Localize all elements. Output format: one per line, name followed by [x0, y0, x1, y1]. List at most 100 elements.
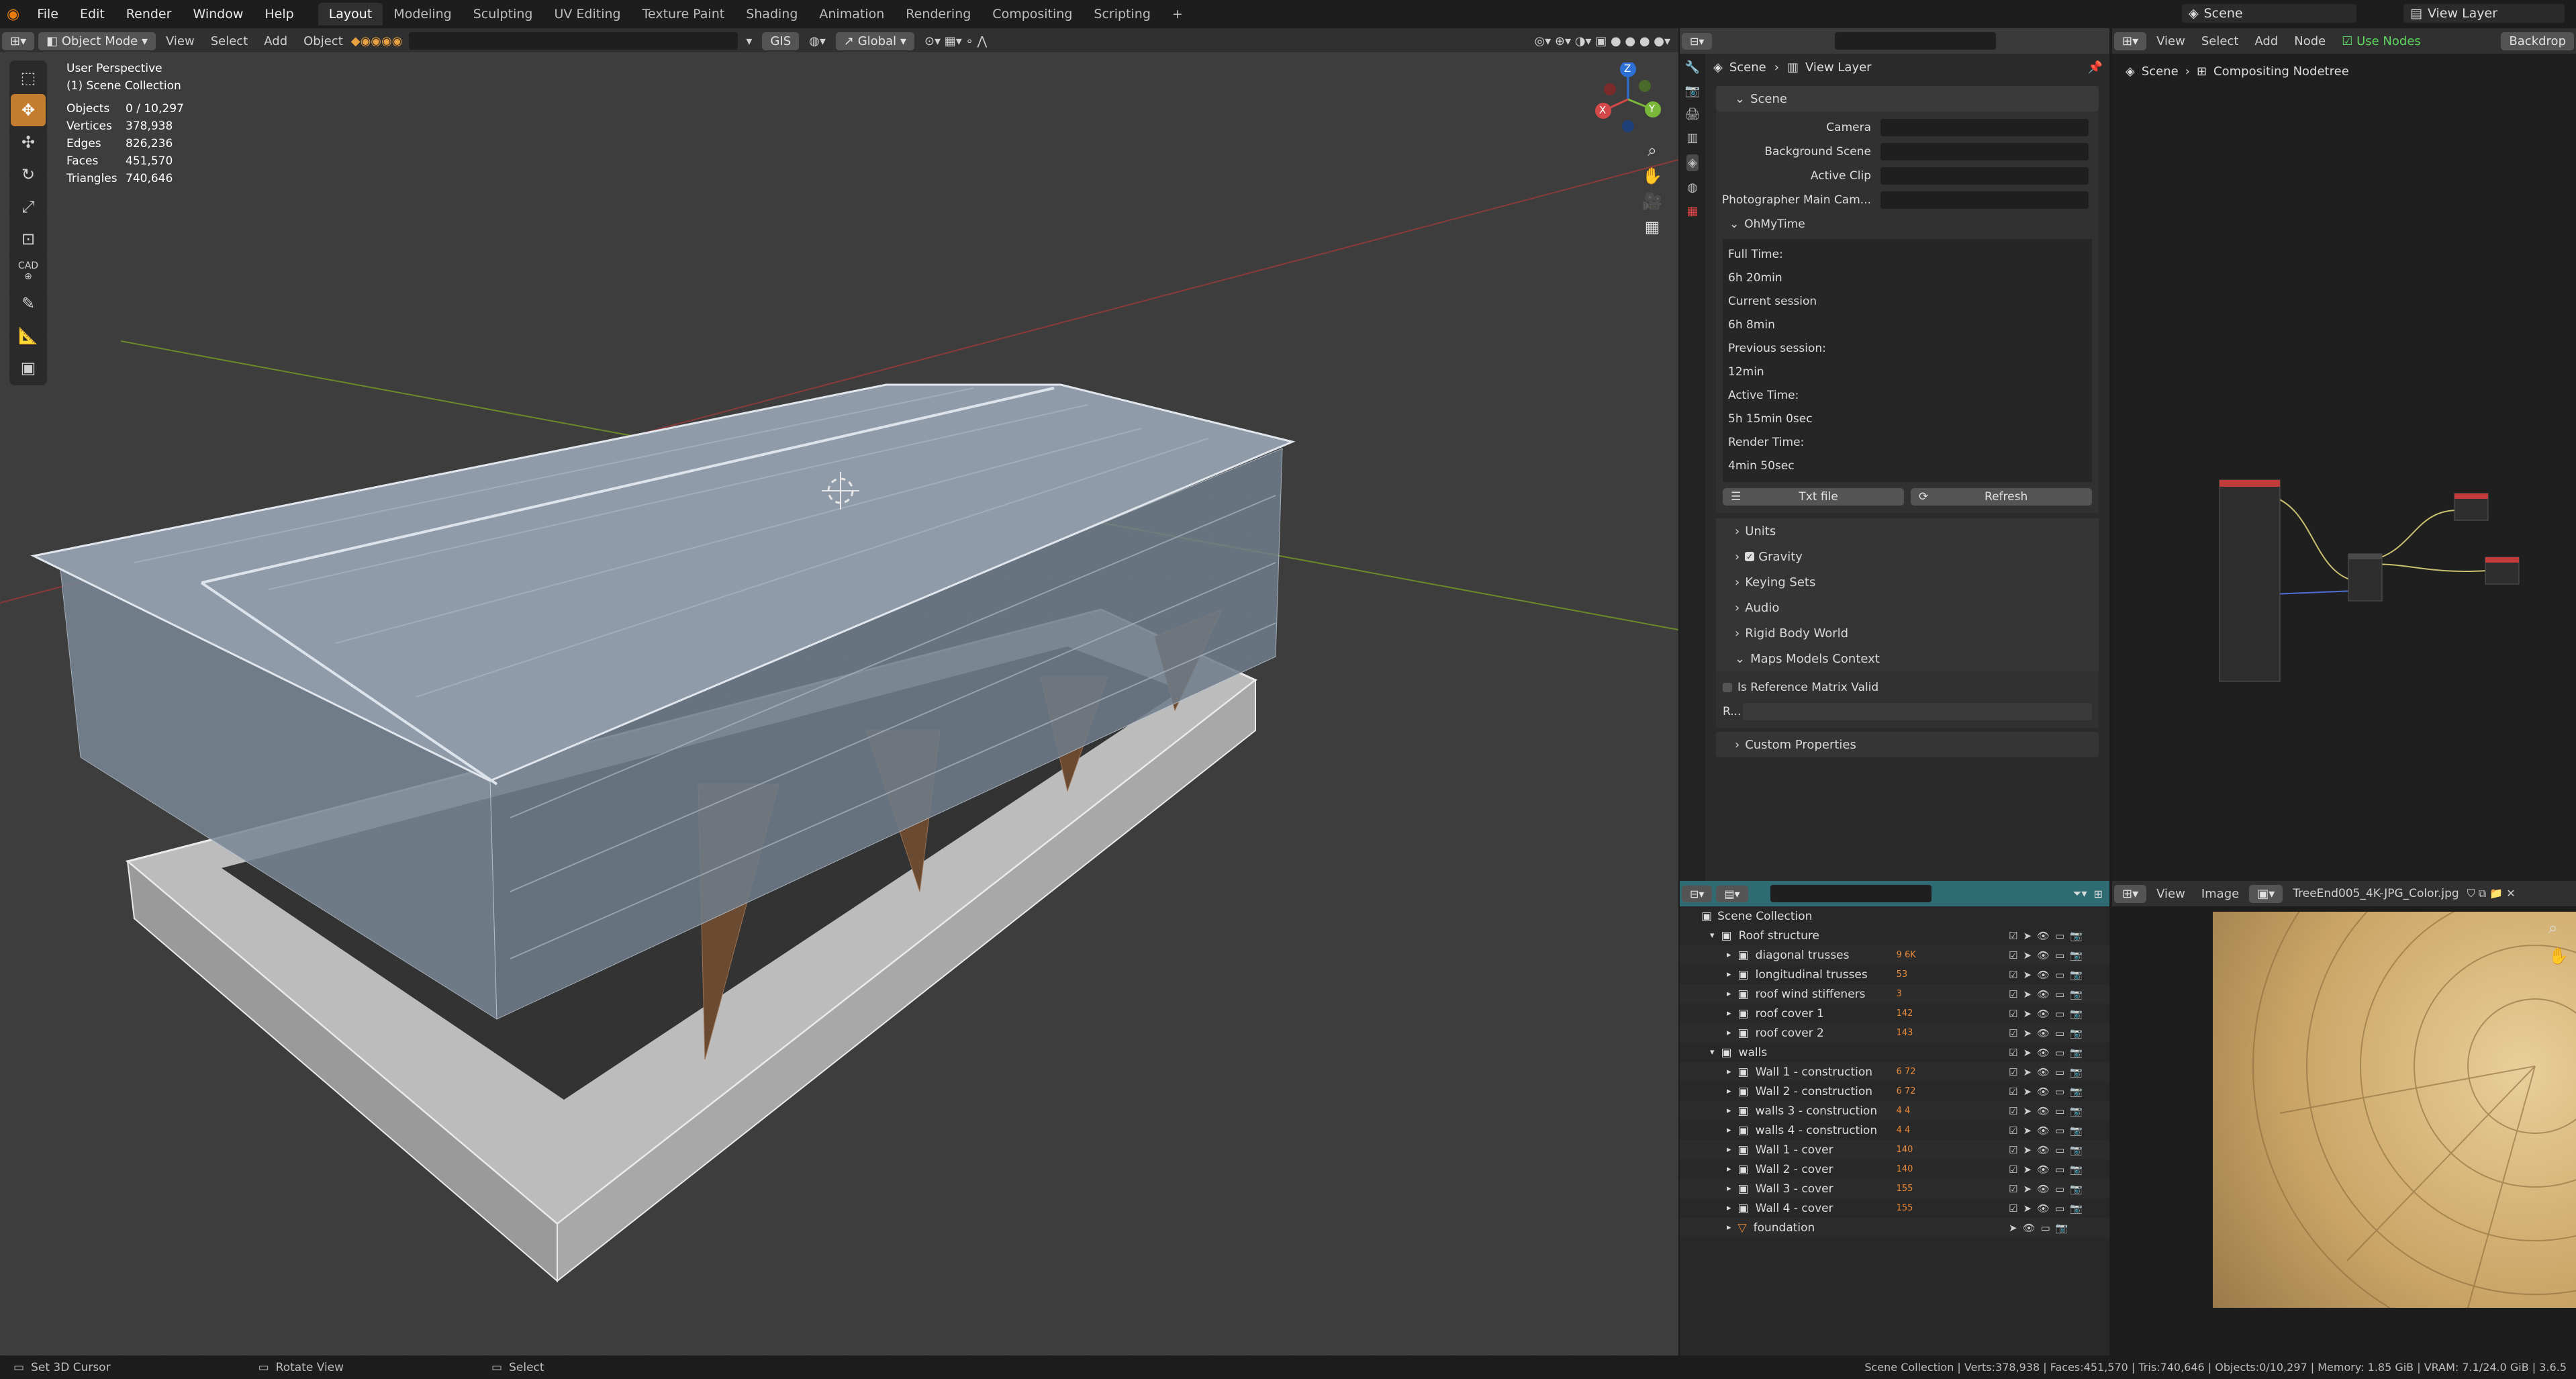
pin-icon[interactable]: 📌 [2088, 60, 2103, 75]
filter-funnel-icon[interactable]: ⏷▾ [2073, 887, 2087, 900]
scene-tab-icon[interactable]: ◈ [1686, 154, 1699, 171]
chevron-right-icon[interactable]: ▸ [1727, 1067, 1731, 1077]
units-section[interactable]: › Units [1716, 518, 2099, 544]
visibility-controls[interactable]: ☑➤👁▭📷 [2009, 930, 2088, 942]
chevron-right-icon[interactable]: ▸ [1727, 969, 1731, 980]
tab-scripting[interactable]: Scripting [1083, 3, 1161, 26]
tab-shading[interactable]: Shading [735, 3, 808, 26]
image-editor-type-button[interactable]: ⊞▾ [2114, 884, 2147, 903]
zoom-icon[interactable]: ⌕ [1648, 141, 1656, 160]
menu-edit[interactable]: Edit [69, 7, 115, 21]
node-editor-type-button[interactable]: ⊞▾ [2114, 32, 2147, 50]
visibility-controls[interactable]: ☑➤👁▭📷 [2009, 969, 2088, 981]
image-editor-canvas[interactable]: ⌕ ✋ [2112, 906, 2576, 1356]
outliner-item[interactable]: ▾ ▣ walls ☑➤👁▭📷 [1680, 1043, 2109, 1062]
outliner-item[interactable]: ▸ ▣ roof cover 2 143 ☑➤👁▭📷 [1680, 1023, 2109, 1043]
visibility-controls[interactable]: ☑➤👁▭📷 [2009, 1027, 2088, 1039]
outliner-item[interactable]: ▸ ▣ diagonal trusses 9 6K ☑➤👁▭📷 [1680, 945, 2109, 965]
active-clip-field[interactable] [1880, 167, 2089, 185]
outliner-item[interactable]: ▸ ▣ Wall 3 - cover 155 ☑➤👁▭📷 [1680, 1179, 2109, 1198]
world-tab-icon[interactable]: ◍ [1687, 181, 1698, 195]
props-search-input[interactable] [1835, 32, 1997, 50]
render-tab-icon[interactable]: 📷 [1685, 84, 1700, 98]
menu-render[interactable]: Render [115, 7, 183, 21]
view-layer-tab-icon[interactable]: ▥ [1686, 131, 1698, 145]
visibility-controls[interactable]: ☑➤👁▭📷 [2009, 1144, 2088, 1156]
visibility-controls[interactable]: ☑➤👁▭📷 [2009, 1066, 2088, 1078]
rotate-tool-icon[interactable]: ↻ [11, 158, 46, 191]
editor-type-button[interactable]: ⊞▾ [2, 32, 35, 50]
node-menu-node[interactable]: Node [2286, 32, 2334, 50]
menu-help[interactable]: Help [254, 7, 304, 21]
addon-icons[interactable]: ◆◉◉◉◉ [351, 34, 403, 48]
outliner-item[interactable]: ▸ ▣ roof wind stiffeners 3 ☑➤👁▭📷 [1680, 984, 2109, 1004]
tab-compositing[interactable]: Compositing [982, 3, 1083, 26]
chevron-down-icon[interactable]: ▾ [1710, 931, 1715, 941]
photographer-field[interactable] [1880, 191, 2089, 209]
gravity-section[interactable]: › ✓ Gravity [1716, 544, 2099, 569]
output-tab-icon[interactable]: 🖨 [1685, 107, 1701, 122]
transform-tool-icon[interactable]: ⊡ [11, 223, 46, 255]
outliner-item[interactable]: ▸ ▣ Wall 2 - cover 140 ☑➤👁▭📷 [1680, 1159, 2109, 1179]
visibility-controls[interactable]: ☑➤👁▭📷 [2009, 1105, 2088, 1117]
move-tool-icon[interactable]: ✣ [11, 126, 46, 158]
chevron-right-icon[interactable]: ▸ [1727, 950, 1731, 960]
visibility-controls[interactable]: ☑➤👁▭📷 [2009, 1086, 2088, 1098]
display-mode-button[interactable]: ▤▾ [1716, 885, 1748, 902]
viewport-menu-view[interactable]: View [158, 32, 203, 50]
scene-section-header[interactable]: ⌄ Scene [1716, 86, 2099, 111]
menu-window[interactable]: Window [182, 7, 254, 21]
outliner-root[interactable]: ▣ Scene Collection [1680, 906, 2109, 926]
select-box-tool-icon[interactable]: ⬚ [11, 62, 46, 94]
add-workspace-icon[interactable]: + [1161, 3, 1194, 26]
camera-field[interactable] [1880, 119, 2089, 136]
node-menu-add[interactable]: Add [2246, 32, 2286, 50]
outliner-search-input[interactable] [1770, 885, 1931, 902]
visibility-controls[interactable]: ☑➤👁▭📷 [2009, 949, 2088, 961]
visibility-controls[interactable]: ☑➤👁▭📷 [2009, 1183, 2088, 1195]
gravity-checkbox[interactable]: ✓ [1745, 552, 1755, 561]
outliner-editor-type-button[interactable]: ⊟▾ [1682, 885, 1713, 902]
chevron-right-icon[interactable]: ▸ [1727, 1145, 1731, 1155]
image-action-icons[interactable]: ⛉ ⧉ 📁 ✕ [2467, 887, 2516, 900]
viewport-menu-add[interactable]: Add [256, 32, 295, 50]
gis-button[interactable]: GIS [762, 32, 800, 50]
outliner-item[interactable]: ▾ ▣ Roof structure ☑➤👁▭📷 [1680, 926, 2109, 945]
chevron-right-icon[interactable]: ▸ [1727, 1184, 1731, 1194]
3d-viewport[interactable]: User Perspective (1) Scene Collection Ob… [0, 52, 1678, 1356]
outliner-item[interactable]: ▸ ▣ Wall 2 - construction 6 72 ☑➤👁▭📷 [1680, 1082, 2109, 1101]
visibility-controls[interactable]: ➤👁▭📷 [2009, 1222, 2073, 1234]
snap-icon[interactable]: ⊙▾ ▦▾ ∘ ⋀ [916, 32, 995, 50]
custom-properties-section[interactable]: › Custom Properties [1716, 732, 2099, 757]
scale-tool-icon[interactable]: ⤢ [11, 191, 46, 223]
outliner-item[interactable]: ▸ ▣ Wall 4 - cover 155 ☑➤👁▭📷 [1680, 1198, 2109, 1218]
orientation-selector[interactable]: ↗ Global ▾ [835, 32, 914, 50]
chevron-right-icon[interactable]: ▸ [1727, 1125, 1731, 1135]
gis-icon[interactable]: ◍▾ [801, 32, 834, 50]
tab-texture-paint[interactable]: Texture Paint [632, 3, 736, 26]
visibility-controls[interactable]: ☑➤👁▭📷 [2009, 1125, 2088, 1137]
add-cube-tool-icon[interactable]: ▣ [11, 352, 46, 384]
view-layer-selector[interactable]: ▤ View Layer [2403, 4, 2565, 23]
visibility-controls[interactable]: ☑➤👁▭📷 [2009, 1163, 2088, 1176]
tab-uv-editing[interactable]: UV Editing [543, 3, 631, 26]
node-menu-view[interactable]: View [2148, 32, 2193, 50]
rigid-body-world-section[interactable]: › Rigid Body World [1716, 620, 2099, 646]
shading-icons[interactable]: ◎▾ ⊕▾ ◑▾ ▣ ● ● ● ●▾ [1526, 32, 1678, 50]
node-menu-select[interactable]: Select [2193, 32, 2247, 50]
navigation-gizmo[interactable]: Z Y X [1591, 61, 1665, 136]
mode-selector[interactable]: ◧ Object Mode ▾ [38, 32, 156, 50]
image-menu-image[interactable]: Image [2193, 885, 2247, 903]
pan-hand-icon[interactable]: ✋ [1642, 167, 1662, 185]
backdrop-button[interactable]: Backdrop [2501, 32, 2574, 50]
audio-section[interactable]: › Audio [1716, 595, 2099, 620]
chevron-right-icon[interactable]: ▸ [1727, 1086, 1731, 1096]
visibility-controls[interactable]: ☑➤👁▭📷 [2009, 1202, 2088, 1215]
tab-layout[interactable]: Layout [318, 3, 383, 26]
visibility-controls[interactable]: ☑➤👁▭📷 [2009, 988, 2088, 1000]
measure-tool-icon[interactable]: 📐 [11, 320, 46, 352]
blender-logo-icon[interactable]: ◉ [0, 6, 26, 23]
image-name[interactable]: TreeEnd005_4K-JPG_Color.jpg [2285, 885, 2467, 902]
reference-matrix-checkbox[interactable] [1723, 683, 1732, 692]
use-nodes-toggle[interactable]: ☑ Use Nodes [2334, 32, 2429, 50]
